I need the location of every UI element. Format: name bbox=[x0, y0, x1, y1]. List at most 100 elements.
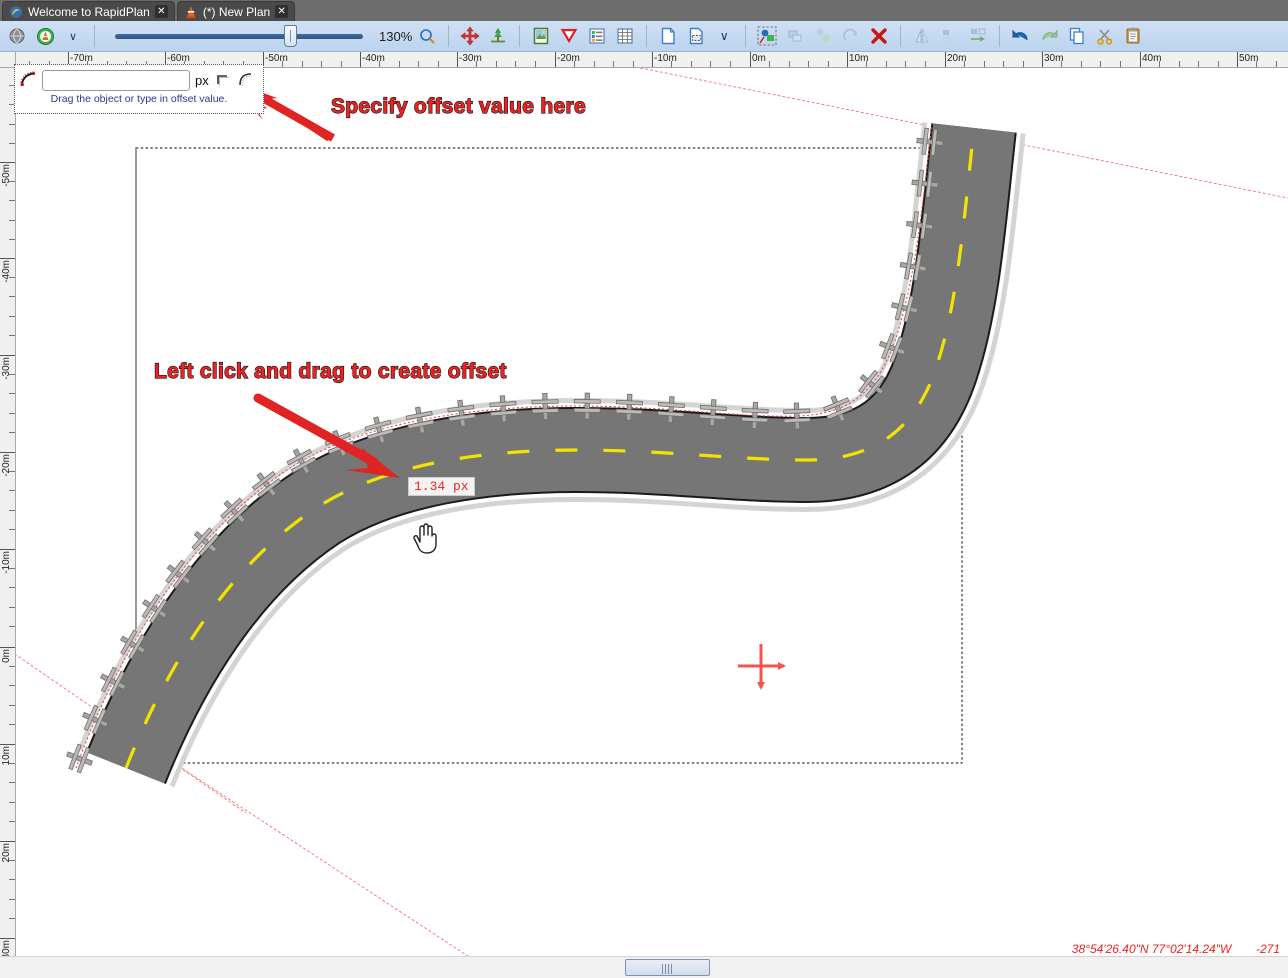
reference-lines bbox=[16, 68, 1288, 956]
status-coordinates: 38°54'26.40"N 77°02'14.24"W -271 bbox=[1072, 942, 1280, 956]
group-icon[interactable] bbox=[782, 23, 808, 49]
ruler-minor-tick bbox=[710, 61, 712, 67]
plan-drawing bbox=[16, 68, 1288, 956]
ruler-label: 0m bbox=[1, 649, 12, 663]
ruler-minor-tick bbox=[729, 61, 731, 67]
coordinates-text: 38°54'26.40"N 77°02'14.24"W bbox=[1071, 942, 1232, 956]
ruler-label: -10m bbox=[654, 53, 677, 64]
ruler-minor-tick bbox=[769, 61, 771, 67]
select-objects-icon[interactable] bbox=[754, 23, 780, 49]
page-icon[interactable] bbox=[655, 23, 681, 49]
zoom-slider-thumb[interactable] bbox=[284, 25, 297, 47]
ruler-minor-tick bbox=[379, 61, 381, 67]
distribute-icon[interactable] bbox=[965, 23, 991, 49]
tab-label: (*) New Plan bbox=[202, 4, 271, 19]
toolbar-dropdown-chevron-icon[interactable]: ∨ bbox=[60, 23, 86, 49]
ruler-major-tick bbox=[0, 355, 15, 356]
horizontal-scrollbar[interactable] bbox=[0, 956, 1288, 978]
ruler-label: -40m bbox=[1, 260, 12, 283]
ruler-major-tick bbox=[0, 841, 15, 842]
toolbar-separator bbox=[646, 25, 648, 47]
ruler-minor-tick bbox=[885, 61, 887, 67]
ruler-minor-tick bbox=[1159, 61, 1161, 67]
copy-icon[interactable] bbox=[1064, 23, 1090, 49]
offset-value-input[interactable] bbox=[42, 69, 190, 91]
plan-canvas[interactable]: 1.34 px bbox=[16, 68, 1288, 956]
ruler-label: 30m bbox=[1044, 53, 1064, 64]
chevron-glyph: ∨ bbox=[68, 30, 78, 43]
ungroup-icon[interactable] bbox=[810, 23, 836, 49]
clipboard-paste-icon[interactable] bbox=[1120, 23, 1146, 49]
mirror-flip-icon[interactable] bbox=[909, 23, 935, 49]
magnifier-icon[interactable] bbox=[414, 23, 440, 49]
ruler-minor-tick bbox=[1217, 61, 1219, 67]
ruler-minor-tick bbox=[574, 61, 576, 67]
ruler-major-tick bbox=[0, 647, 15, 648]
delete-red-x-icon[interactable] bbox=[866, 23, 892, 49]
ruler-minor-tick bbox=[808, 61, 810, 67]
move-crosshair-icon[interactable] bbox=[457, 23, 483, 49]
ruler-minor-tick bbox=[9, 860, 15, 862]
ruler-minor-tick bbox=[1022, 61, 1024, 67]
ruler-minor-tick bbox=[613, 61, 615, 67]
ruler-minor-tick bbox=[9, 142, 15, 144]
ruler-label: -30m bbox=[459, 53, 482, 64]
page-dashed-icon[interactable] bbox=[683, 23, 709, 49]
ruler-minor-tick bbox=[632, 61, 634, 67]
vertical-ruler[interactable]: -50m -40m -30m -20m -10m 0m 10m 20m 30m bbox=[0, 68, 16, 978]
ruler-minor-tick bbox=[9, 412, 15, 414]
tab-close-icon[interactable]: ✕ bbox=[275, 5, 289, 18]
ruler-label: -60m bbox=[167, 53, 190, 64]
ruler-minor-tick bbox=[9, 277, 15, 279]
offset-input-panel: px Drag the object or type in offset val… bbox=[14, 64, 264, 114]
ruler-minor-tick bbox=[9, 606, 15, 608]
chevron-down-icon[interactable]: ∨ bbox=[711, 23, 737, 49]
table-grid-icon[interactable] bbox=[612, 23, 638, 49]
ruler-minor-tick bbox=[9, 801, 15, 803]
annotation-specify-offset: Specify offset value here bbox=[330, 94, 586, 118]
legend-list-icon[interactable] bbox=[584, 23, 610, 49]
offset-curve-icon bbox=[19, 71, 37, 89]
ruler-label: -30m bbox=[1, 357, 12, 380]
traffic-cone-dropdown-icon[interactable] bbox=[32, 23, 58, 49]
zoom-slider[interactable] bbox=[109, 23, 369, 49]
tab-bar: Welcome to RapidPlan ✕ (*) New Plan ✕ bbox=[0, 0, 1288, 21]
align-icon[interactable] bbox=[937, 23, 963, 49]
redo-arrow-icon[interactable] bbox=[1036, 23, 1062, 49]
tab-welcome-to-rapidplan[interactable]: Welcome to RapidPlan ✕ bbox=[2, 1, 175, 21]
ruler-minor-tick bbox=[1256, 61, 1258, 67]
ruler-minor-tick bbox=[9, 238, 15, 240]
rapidplan-logo-icon bbox=[9, 5, 23, 19]
ruler-major-tick bbox=[0, 162, 15, 163]
image-icon[interactable] bbox=[528, 23, 554, 49]
ruler-minor-tick bbox=[9, 782, 15, 784]
scrollbar-thumb[interactable] bbox=[625, 959, 710, 976]
offset-round-icon[interactable] bbox=[237, 71, 255, 89]
ruler-minor-tick bbox=[9, 296, 15, 298]
ruler-minor-tick bbox=[593, 61, 595, 67]
ruler-minor-tick bbox=[1061, 61, 1063, 67]
ruler-minor-tick bbox=[340, 61, 342, 67]
ruler-minor-tick bbox=[9, 820, 15, 822]
offset-unit-label: px bbox=[195, 72, 209, 88]
offset-tool-icon[interactable] bbox=[485, 23, 511, 49]
zoom-level-label: 130% bbox=[379, 28, 413, 44]
ruler-minor-tick bbox=[495, 61, 497, 67]
ruler-minor-tick bbox=[9, 568, 15, 570]
ruler-major-tick bbox=[0, 744, 15, 745]
ruler-minor-tick bbox=[1080, 61, 1082, 67]
undo-arrow-icon[interactable] bbox=[1008, 23, 1034, 49]
yield-triangle-icon[interactable] bbox=[556, 23, 582, 49]
tab-new-plan[interactable]: (*) New Plan ✕ bbox=[176, 1, 296, 21]
ruler-minor-tick bbox=[9, 181, 15, 183]
ruler-minor-tick bbox=[9, 374, 15, 376]
offset-corner-icon[interactable] bbox=[214, 71, 232, 89]
ruler-minor-tick bbox=[905, 61, 907, 67]
rotate-icon[interactable] bbox=[838, 23, 864, 49]
ruler-minor-tick bbox=[9, 219, 15, 221]
ruler-label: -50m bbox=[1, 164, 12, 187]
ruler-minor-tick bbox=[9, 528, 15, 530]
scissors-icon[interactable] bbox=[1092, 23, 1118, 49]
tab-close-icon[interactable]: ✕ bbox=[154, 5, 168, 18]
globe-icon[interactable] bbox=[4, 23, 30, 49]
